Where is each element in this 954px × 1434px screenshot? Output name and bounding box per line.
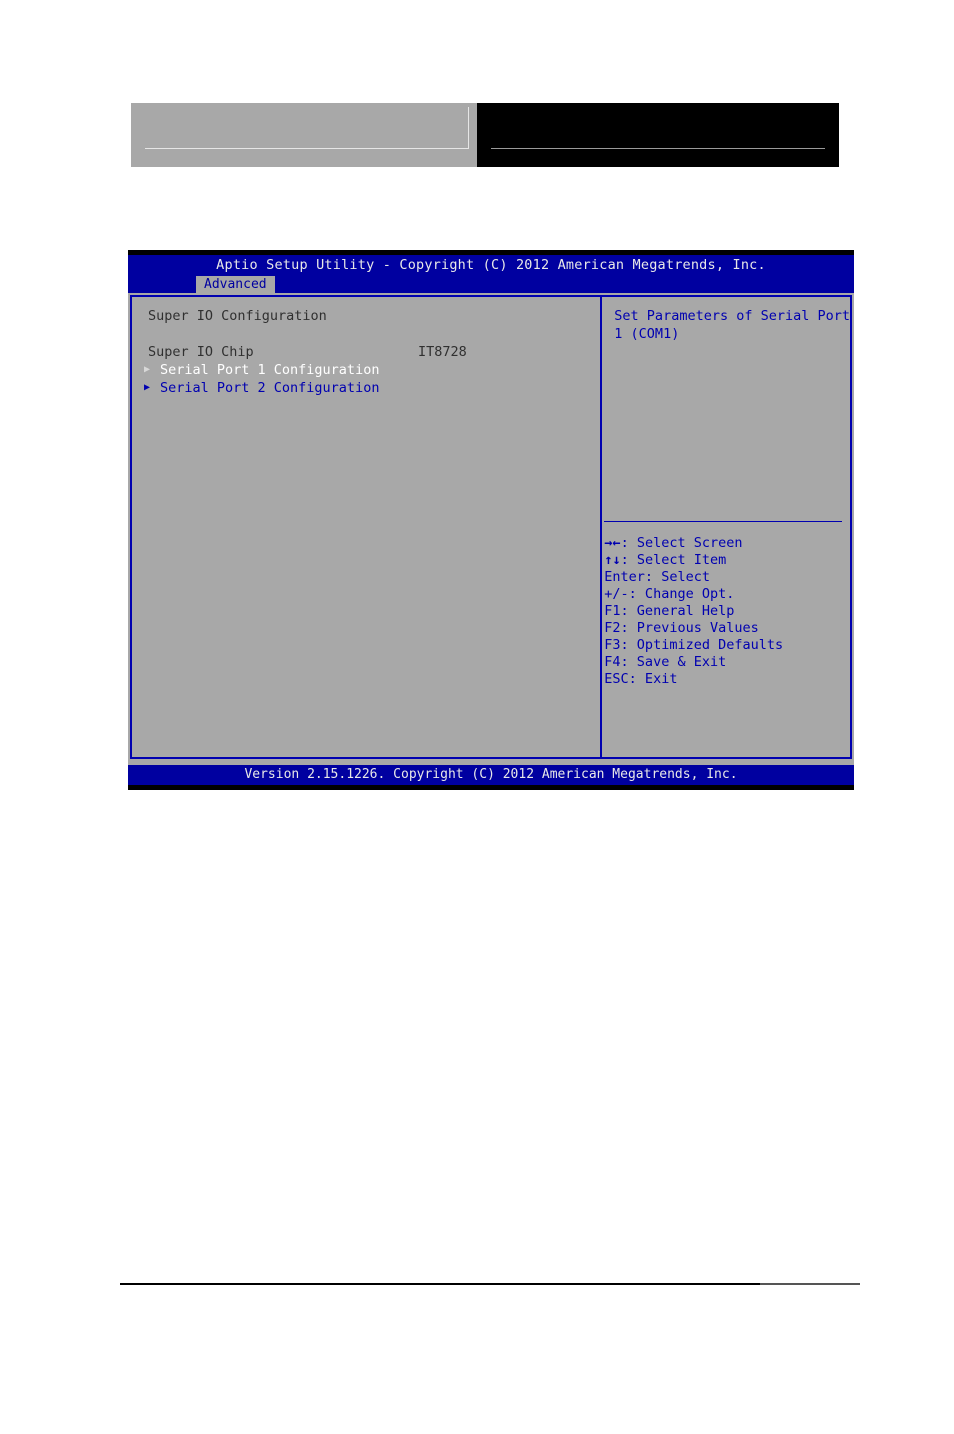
header-block-left <box>131 103 477 167</box>
help-panel: Set Parameters of Serial Port 1 (COM1) →… <box>602 297 850 757</box>
nav-key-enter-select: Enter: Select <box>604 569 710 585</box>
menu-item-serial-port-1-configuration[interactable]: ▶ Serial Port 1 Configuration <box>144 361 600 379</box>
nav-key-change-opt: +/-: Change Opt. <box>604 586 735 602</box>
caret-right-icon: ▶ <box>144 382 151 393</box>
setting-row-super-io-chip: Super IO Chip IT8728 <box>148 343 600 361</box>
nav-key-optimized-defaults: F3: Optimized Defaults <box>604 637 784 653</box>
window-bottom-strip <box>128 785 854 790</box>
nav-key-previous-values: F2: Previous Values <box>604 620 759 636</box>
navigation-key-legend: →←: Select Screen ↑↓: Select Item Enter:… <box>604 535 783 688</box>
nav-separator <box>604 521 842 522</box>
nav-key-label: : Select Item <box>620 552 727 568</box>
bios-setup-window: Aptio Setup Utility - Copyright (C) 2012… <box>128 250 854 790</box>
tab-advanced[interactable]: Advanced <box>196 276 275 293</box>
help-text-line: 1 (COM1) <box>614 326 680 342</box>
setting-value-super-io-chip: IT8728 <box>418 344 467 360</box>
page-header-blocks <box>131 103 839 167</box>
menu-item-serial-port-2-configuration[interactable]: ▶ Serial Port 2 Configuration <box>144 379 600 397</box>
menu-item-label: Serial Port 2 Configuration <box>160 380 380 396</box>
nav-key-label: : Select Screen <box>620 535 743 551</box>
page-bottom-rule <box>120 1283 860 1285</box>
page-bottom-rule-tail <box>760 1283 860 1285</box>
nav-key-select-screen: →←: Select Screen <box>604 535 783 552</box>
header-rule-left <box>145 148 469 149</box>
menu-item-label: Serial Port 1 Configuration <box>160 362 380 378</box>
nav-key-select-item: ↑↓: Select Item <box>604 552 783 569</box>
bios-body: Super IO Configuration Super IO Chip IT87… <box>128 293 854 765</box>
bios-tab-bar: Advanced <box>128 276 854 293</box>
section-title: Super IO Configuration <box>148 308 327 324</box>
nav-key-save-and-exit: F4: Save & Exit <box>604 654 727 670</box>
settings-panel: Super IO Configuration Super IO Chip IT87… <box>132 297 603 757</box>
header-rule-right <box>491 148 825 149</box>
header-block-right <box>477 103 839 167</box>
arrow-up-down-icon: ↑↓ <box>604 552 621 568</box>
setting-label-super-io-chip: Super IO Chip <box>148 344 254 360</box>
caret-right-icon: ▶ <box>144 364 151 375</box>
row-spacer <box>148 325 600 343</box>
arrow-left-right-icon: →← <box>604 535 621 551</box>
bios-version-footer: Version 2.15.1226. Copyright (C) 2012 Am… <box>128 765 854 785</box>
header-vertical-rule <box>468 107 469 149</box>
bios-title: Aptio Setup Utility - Copyright (C) 2012… <box>216 257 766 273</box>
help-text-line: Set Parameters of Serial Port <box>614 308 850 324</box>
nav-key-exit: ESC: Exit <box>604 671 678 687</box>
nav-key-general-help: F1: General Help <box>604 603 735 619</box>
bios-content-panel: Super IO Configuration Super IO Chip IT87… <box>130 295 852 759</box>
